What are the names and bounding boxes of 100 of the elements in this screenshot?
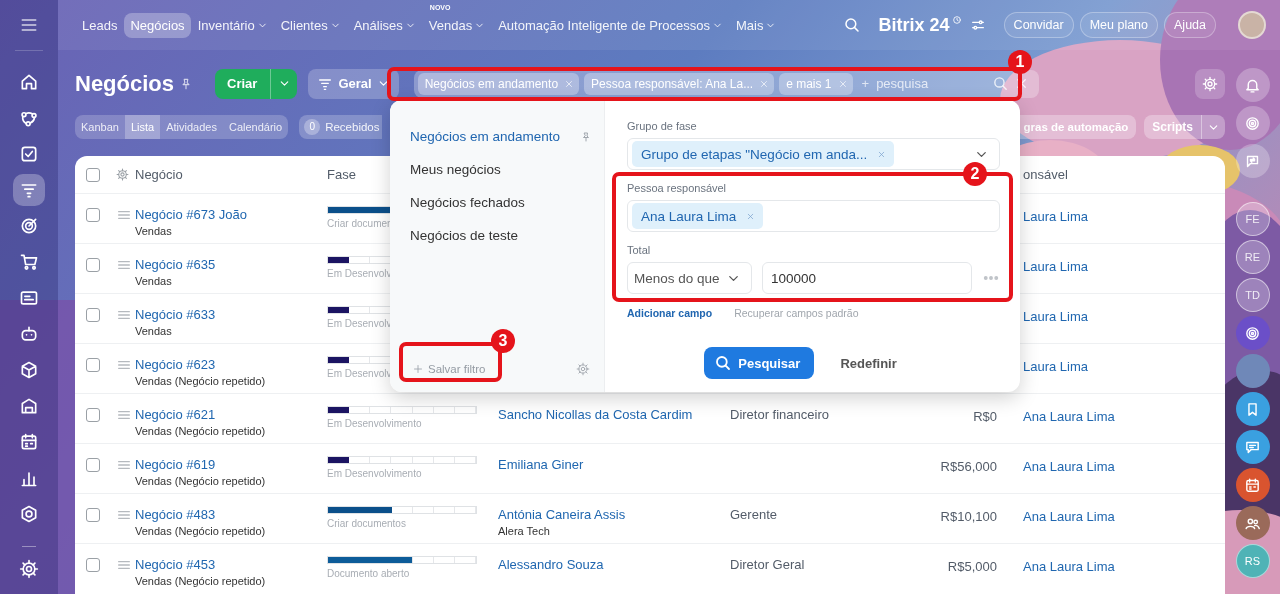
checkbox[interactable] xyxy=(86,408,100,422)
checkbox[interactable] xyxy=(86,308,100,322)
cart-icon xyxy=(19,252,39,272)
view-tab[interactable]: Kanban xyxy=(75,115,125,139)
nav-tab[interactable]: Análises xyxy=(347,12,422,38)
nav-tab[interactable]: Clientes xyxy=(274,12,347,38)
field-label: Grupo de fase xyxy=(627,120,698,133)
deal-link[interactable]: Negócio #623 xyxy=(135,357,327,372)
pipeline-text: Vendas (Negócio repetido) xyxy=(135,475,267,487)
checkbox[interactable] xyxy=(86,458,100,472)
pipeline-text: Vendas xyxy=(135,325,173,337)
phase-label: Em Desenvolv xyxy=(327,268,392,279)
responsible-link[interactable]: Laura Lima xyxy=(1023,209,1089,224)
close-icon[interactable] xyxy=(746,211,756,221)
reset-button[interactable]: Redefinir xyxy=(834,354,903,372)
deal-link[interactable]: Negócio #635 xyxy=(135,257,327,272)
add-field-link[interactable]: Adicionar campo xyxy=(627,307,713,320)
count-badge: 0 xyxy=(304,119,321,135)
column-header: Negócio xyxy=(135,167,183,182)
search-input[interactable]: pesquisa xyxy=(874,75,987,92)
avatar[interactable]: RE xyxy=(1235,240,1270,274)
search-icon[interactable] xyxy=(991,75,1009,92)
avatar[interactable]: FE xyxy=(1235,202,1270,236)
deal-link[interactable]: Negócio #673 João xyxy=(135,207,327,222)
sliders-icon[interactable] xyxy=(969,17,986,33)
nav-item[interactable] xyxy=(13,174,45,206)
amount-text: R$10,100 xyxy=(940,509,997,524)
column-header: Fase xyxy=(327,167,356,182)
deal-link[interactable]: Negócio #453 xyxy=(135,557,327,572)
pipeline-text: Vendas (Negócio repetido) xyxy=(135,375,267,387)
pin-icon[interactable] xyxy=(580,130,592,143)
table-cell-text: Diretor financeiro xyxy=(730,407,830,422)
deal-link[interactable]: Negócio #621 xyxy=(135,407,327,422)
client-link[interactable]: Antónia Caneira Assis xyxy=(498,507,730,522)
cube-icon xyxy=(19,360,39,380)
value-input[interactable]: 100000 xyxy=(762,262,972,294)
client-link[interactable]: Sancho Nicollas da Costa Cardim xyxy=(498,407,730,422)
checkbox[interactable] xyxy=(86,358,100,372)
checkbox[interactable] xyxy=(86,167,100,182)
responsible-link[interactable]: Ana Laura Lima xyxy=(1023,459,1115,474)
create-button[interactable]: Criar xyxy=(215,68,271,99)
field-label: Total xyxy=(627,244,652,257)
pipeline-text: Vendas (Negócio repetido) xyxy=(135,575,267,587)
save-filter-button[interactable]: Salvar filtro xyxy=(412,363,486,375)
nav-tab[interactable]: Negócios xyxy=(124,12,191,38)
deal-link[interactable]: Negócio #619 xyxy=(135,457,327,472)
search-button[interactable]: Pesquisar xyxy=(704,347,815,379)
checkbox[interactable] xyxy=(86,508,100,522)
view-tab[interactable]: Atividades xyxy=(160,115,223,139)
responsible-link[interactable]: Laura Lima xyxy=(1023,309,1089,324)
card-icon xyxy=(19,288,39,308)
operator-select[interactable]: Menos do que xyxy=(627,262,752,294)
responsible-link[interactable]: Ana Laura Lima xyxy=(1023,509,1115,524)
store-icon xyxy=(19,396,39,416)
checkbox[interactable] xyxy=(86,558,100,572)
phase-label: Criar documentos xyxy=(327,518,406,529)
table-cell-text: Diretor Geral xyxy=(730,557,806,572)
client-link[interactable]: Emiliana Giner xyxy=(498,457,730,472)
checkbox[interactable] xyxy=(86,258,100,272)
pipeline-text: Vendas (Negócio repetido) xyxy=(135,525,267,537)
deal-link[interactable]: Negócio #633 xyxy=(135,307,327,322)
nav-tab[interactable]: Vendas xyxy=(422,12,492,38)
header-button[interactable]: Ajuda xyxy=(1164,12,1216,38)
spiral-icon xyxy=(1244,114,1261,132)
responsible-link[interactable]: Ana Laura Lima xyxy=(1023,409,1115,424)
plus-icon xyxy=(412,363,424,375)
filter-preset[interactable]: Meus negócios xyxy=(390,153,604,186)
settings-button[interactable] xyxy=(1195,68,1225,99)
nav-tab[interactable]: Inventário xyxy=(191,12,274,38)
nav-tab[interactable]: Automação Inteligente de Processos xyxy=(492,12,729,38)
responsible-link[interactable]: Laura Lima xyxy=(1023,259,1089,274)
avatar[interactable]: TD xyxy=(1235,278,1270,312)
clock-icon[interactable] xyxy=(951,15,962,25)
close-icon[interactable] xyxy=(877,149,887,159)
calendar-icon xyxy=(19,432,39,452)
filter-preset[interactable]: Negócios de teste xyxy=(390,219,604,252)
view-tab[interactable]: Calendário xyxy=(222,115,289,139)
filter-preset[interactable]: Negócios fechados xyxy=(390,186,604,219)
home-icon xyxy=(19,72,39,92)
search-icon[interactable] xyxy=(842,16,861,34)
responsible-link[interactable]: Ana Laura Lima xyxy=(1023,559,1115,574)
preset-button[interactable]: Geral xyxy=(308,68,399,99)
selected-tag[interactable]: Grupo de etapas "Negócio em anda... xyxy=(632,141,895,167)
amount-text: R$56,000 xyxy=(940,459,997,474)
logo[interactable]: Bitrix 24 xyxy=(878,14,950,36)
settings-icon xyxy=(1202,75,1218,92)
field-label: Pessoa responsável xyxy=(627,182,728,195)
create-menu-button[interactable] xyxy=(270,68,298,99)
nav-tab[interactable]: Mais xyxy=(729,12,783,38)
tag-field[interactable]: Ana Laura Lima xyxy=(627,200,1000,232)
client-link[interactable]: Alessandro Souza xyxy=(498,557,730,572)
checkbox[interactable] xyxy=(86,208,100,222)
deal-link[interactable]: Negócio #483 xyxy=(135,507,327,522)
amount-text: R$5,000 xyxy=(947,559,997,574)
selected-tag[interactable]: Ana Laura Lima xyxy=(632,203,764,229)
responsible-link[interactable]: Laura Lima xyxy=(1023,359,1089,374)
filter-preset[interactable]: Negócios em andamento xyxy=(390,120,604,153)
company-text: Alera Tech xyxy=(498,525,551,537)
nav-tab[interactable]: Leads xyxy=(76,12,124,38)
incoming-button[interactable]: 0 Recebidos xyxy=(299,115,382,139)
